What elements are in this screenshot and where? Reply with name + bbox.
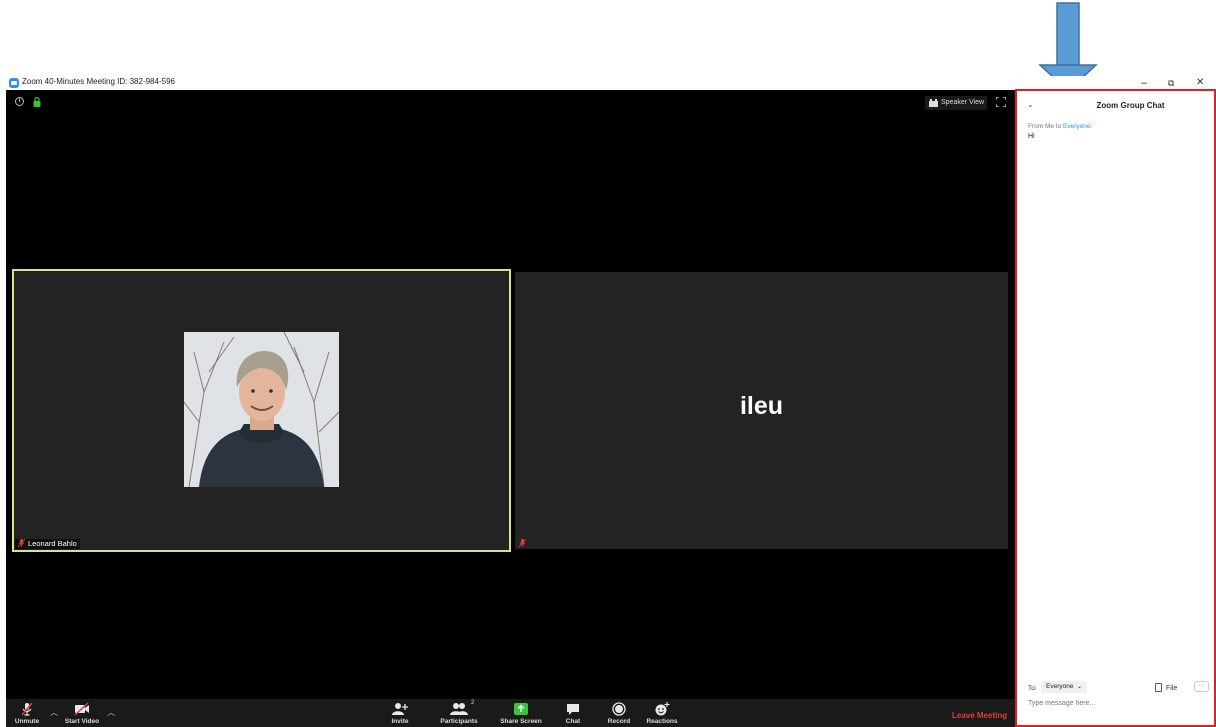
muted-mic-icon xyxy=(21,702,33,716)
audio-options-chevron-icon[interactable]: ︿ xyxy=(50,707,58,718)
share-screen-button[interactable]: Share Screen xyxy=(498,699,544,727)
muted-mic-icon xyxy=(18,539,25,547)
info-icon[interactable]: i xyxy=(15,97,24,106)
participant-tile[interactable]: ileu xyxy=(515,272,1008,549)
participant-video xyxy=(184,332,339,487)
reactions-smiley-icon xyxy=(655,702,670,716)
participant-name-tag: Leonard Bahlo xyxy=(15,539,80,549)
unmute-button[interactable]: Unmute xyxy=(10,699,44,727)
video-options-chevron-icon[interactable]: ︿ xyxy=(107,707,115,718)
leave-meeting-button[interactable]: Leave Meeting xyxy=(952,711,1007,720)
zoom-logo-icon xyxy=(9,78,19,88)
chat-title: Zoom Group Chat xyxy=(1096,101,1165,110)
meeting-area: i Speaker View Leonard Bahlo ileu Unmute… xyxy=(6,90,1015,727)
message-colon: : xyxy=(1090,123,1093,130)
chat-label: Chat xyxy=(565,718,581,725)
recipient-select[interactable]: Everyone ⌄ xyxy=(1041,681,1087,693)
chat-message-input[interactable] xyxy=(1028,700,1206,707)
chat-message-text: Hi xyxy=(1028,133,1035,140)
restore-button[interactable]: ⧉ xyxy=(1168,76,1174,90)
record-icon xyxy=(612,702,626,716)
participants-button[interactable]: Participants xyxy=(436,699,482,727)
participants-label: Participants xyxy=(440,718,478,725)
chat-panel: ⌄ Zoom Group Chat From Me to Everyone: H… xyxy=(1015,89,1216,727)
participants-count: 2 xyxy=(471,700,475,706)
message-recipient-link[interactable]: Everyone xyxy=(1063,123,1090,130)
screenshot-root: Zoom 40-Minutes Meeting ID: 382-984-596 … xyxy=(0,0,1216,727)
lock-icon[interactable] xyxy=(33,97,41,107)
chat-bubble-icon xyxy=(567,704,579,715)
window-title: Zoom 40-Minutes Meeting ID: 382-984-596 xyxy=(22,77,175,86)
chat-button[interactable]: Chat xyxy=(560,699,586,727)
speaker-view-button[interactable]: Speaker View xyxy=(925,96,987,110)
participants-icon xyxy=(450,703,468,715)
message-from: From Me to xyxy=(1028,123,1064,130)
invite-button[interactable]: Invite xyxy=(386,699,414,727)
add-person-icon xyxy=(392,703,408,715)
file-icon xyxy=(1155,683,1162,692)
minimize-button[interactable]: – xyxy=(1141,76,1147,90)
participant-tile-active[interactable]: Leonard Bahlo xyxy=(12,269,511,552)
chevron-down-icon: ⌄ xyxy=(1075,684,1082,690)
close-button[interactable]: ✕ xyxy=(1196,76,1204,90)
start-video-button[interactable]: Start Video xyxy=(62,699,102,727)
person-photo xyxy=(184,332,339,487)
participant-display-name: ileu xyxy=(739,392,784,420)
grid-icon xyxy=(929,99,938,107)
more-options-button[interactable]: ··· xyxy=(1194,681,1209,692)
share-screen-icon xyxy=(514,703,528,715)
start-video-label: Start Video xyxy=(64,718,100,725)
muted-mic-icon xyxy=(519,539,526,547)
record-button[interactable]: Record xyxy=(604,699,634,727)
reactions-label: Reactions xyxy=(646,718,678,725)
participant-name: Leonard Bahlo xyxy=(28,539,77,548)
file-button[interactable]: File xyxy=(1155,683,1177,692)
invite-label: Invite xyxy=(391,718,409,725)
speaker-view-label: Speaker View xyxy=(941,99,985,106)
record-label: Record xyxy=(607,718,631,725)
reactions-button[interactable]: Reactions xyxy=(644,699,680,727)
file-label: File xyxy=(1166,685,1178,692)
recipient-value: Everyone xyxy=(1046,683,1074,690)
video-off-icon xyxy=(74,702,89,716)
to-label: To: xyxy=(1028,685,1037,692)
window-titlebar: Zoom 40-Minutes Meeting ID: 382-984-596 … xyxy=(0,76,1216,90)
fullscreen-icon[interactable] xyxy=(996,97,1006,107)
meeting-toolbar: Unmute ︿ Start Video ︿ Invite Participan… xyxy=(6,699,1015,727)
unmute-label: Unmute xyxy=(14,718,40,725)
share-screen-label: Share Screen xyxy=(500,718,542,725)
chat-message-header: From Me to Everyone: xyxy=(1028,123,1092,130)
